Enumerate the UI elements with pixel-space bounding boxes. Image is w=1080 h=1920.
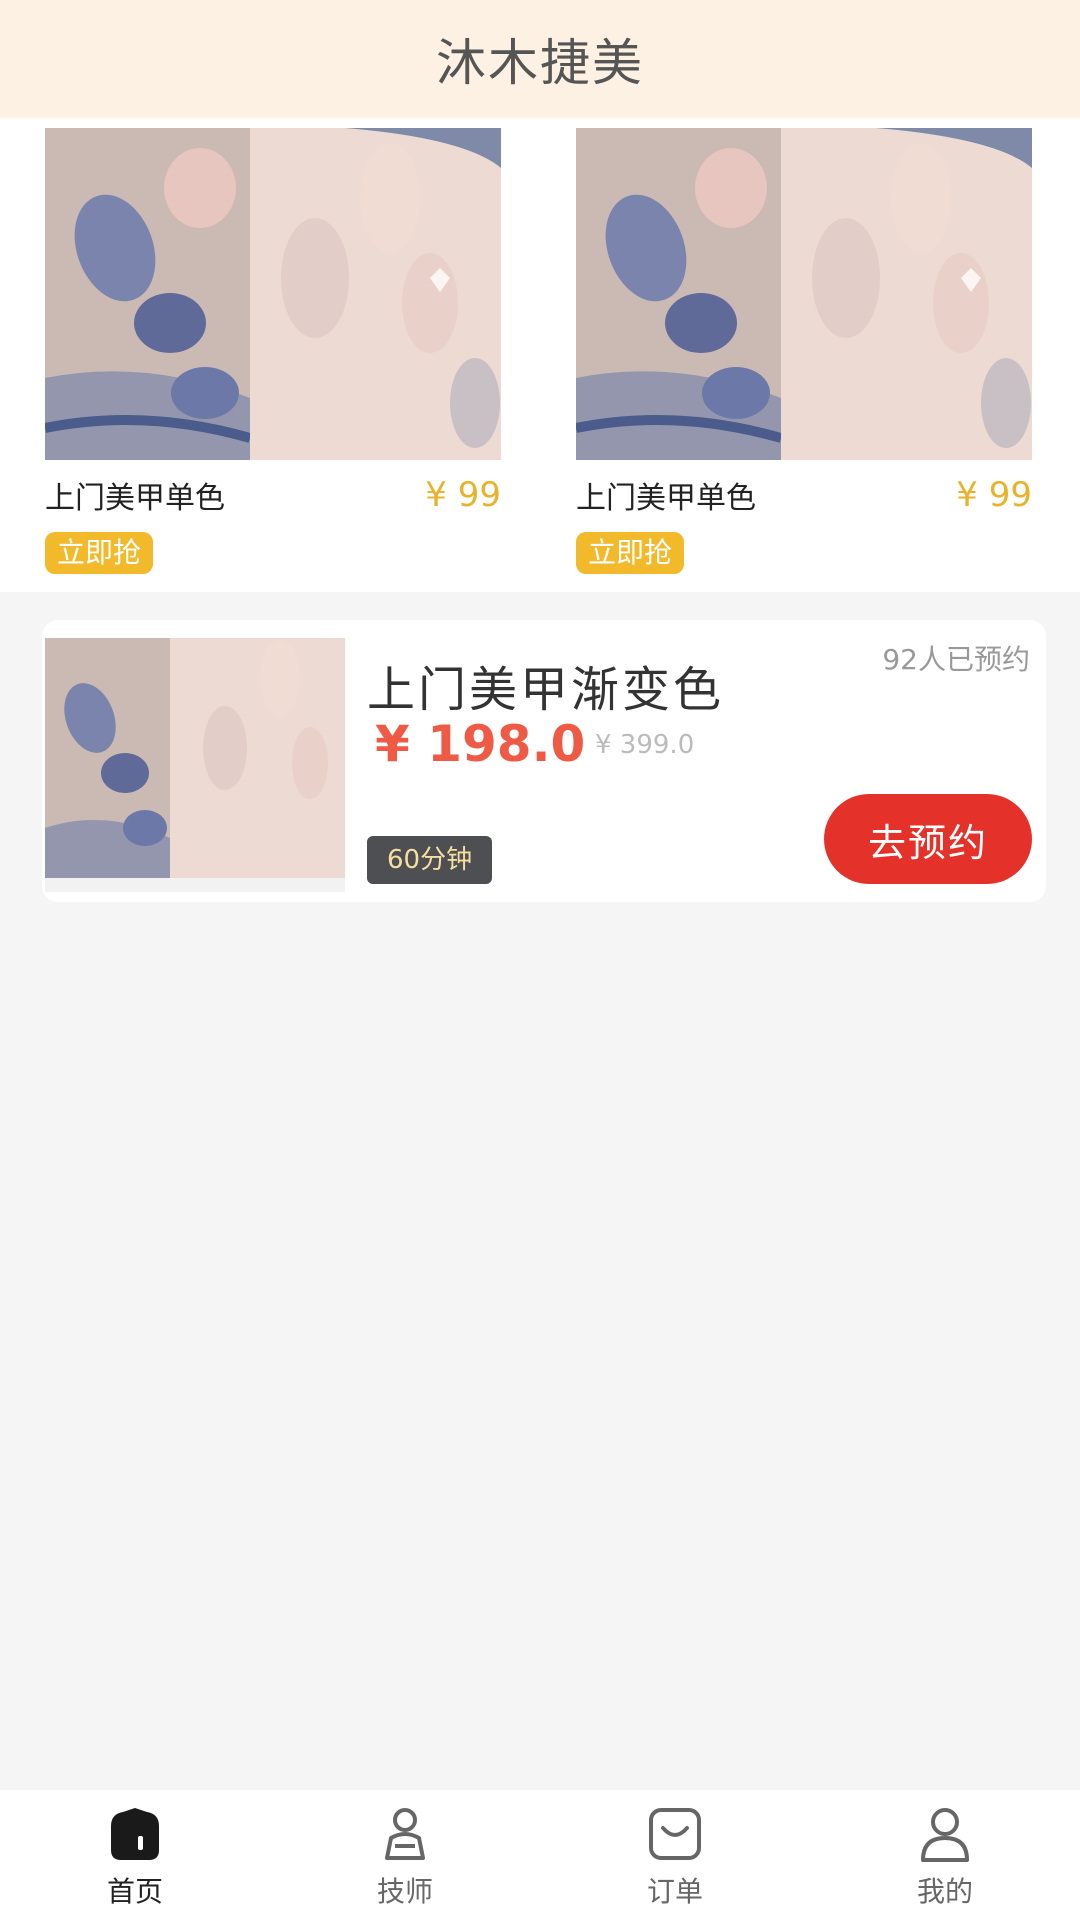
page-title: 沐木捷美 — [436, 34, 644, 92]
duration-badge: 60分钟 — [367, 836, 493, 884]
tab-home[interactable]: 首页 — [0, 1790, 270, 1920]
original-price: ¥ 399.0 — [595, 730, 695, 760]
flash-sale-card[interactable]: 上门美甲单色 ¥ 99 立即抢 — [45, 128, 501, 574]
tab-profile[interactable]: 我的 — [810, 1790, 1080, 1920]
product-price: ¥ 99 — [425, 475, 501, 515]
tab-orders[interactable]: 订单 — [540, 1790, 810, 1920]
order-bag-icon — [649, 1808, 701, 1860]
product-name: 上门美甲单色 — [45, 481, 225, 516]
grab-now-button[interactable]: 立即抢 — [576, 532, 685, 574]
tab-label: 首页 — [106, 1875, 163, 1908]
profile-icon — [921, 1808, 969, 1862]
service-image[interactable] — [45, 638, 345, 892]
flash-sale-card[interactable]: 上门美甲单色 ¥ 99 立即抢 — [576, 128, 1032, 574]
tab-label: 我的 — [916, 1875, 973, 1908]
service-name: 上门美甲渐变色 — [367, 662, 725, 718]
product-name: 上门美甲单色 — [576, 481, 756, 516]
tab-label: 技师 — [376, 1875, 433, 1908]
tab-technician[interactable]: 技师 — [270, 1790, 540, 1920]
book-button[interactable]: 去预约 — [824, 794, 1032, 884]
service-price: ¥ 198.0 — [375, 715, 586, 773]
grab-now-button[interactable]: 立即抢 — [45, 532, 154, 574]
product-price: ¥ 99 — [956, 475, 1032, 515]
flash-sale-section: 上门美甲单色 ¥ 99 立即抢 上门美甲单色 ¥ 99 立即抢 — [0, 118, 1080, 592]
product-image[interactable] — [45, 128, 501, 460]
app-header: 沐木捷美 — [0, 0, 1080, 118]
booked-count: 92人已预约 — [882, 643, 1030, 676]
home-icon — [111, 1808, 159, 1860]
technician-icon — [385, 1808, 425, 1860]
bottom-tab-bar: 首页 技师 订单 我的 — [0, 1790, 1080, 1920]
service-card[interactable]: 上门美甲渐变色 92人已预约 ¥ 198.0 ¥ 399.0 60分钟 去预约 — [42, 620, 1046, 902]
tab-label: 订单 — [646, 1875, 703, 1908]
product-image[interactable] — [576, 128, 1032, 460]
